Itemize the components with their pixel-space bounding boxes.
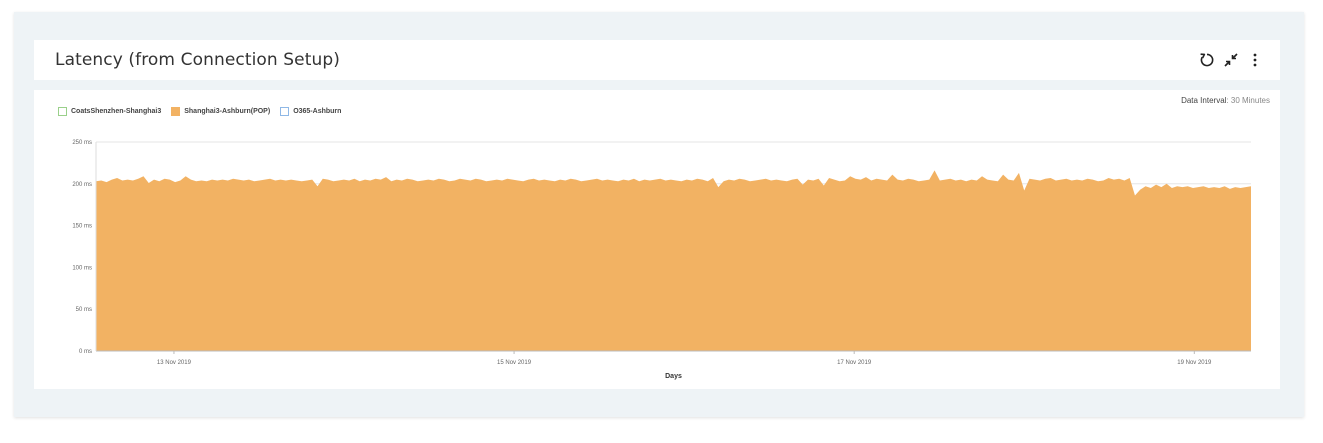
- latency-chart: 0 ms 50 ms 100 ms 150 ms 200 ms 250 ms 13 Nov …: [72, 140, 1251, 380]
- chart-card: CoatsShenzhen-Shanghai3 Shanghai3-Ashbur…: [34, 90, 1280, 389]
- y-tick-label: 50 ms: [76, 307, 92, 313]
- x-tick-label: 15 Nov 2019: [497, 360, 532, 366]
- y-tick-label: 150 ms: [72, 224, 92, 230]
- y-tick-label: 100 ms: [72, 265, 92, 271]
- more-vertical-icon[interactable]: [1246, 50, 1264, 70]
- x-axis-title: Days: [665, 373, 682, 380]
- panel-header: Latency (from Connection Setup): [34, 40, 1280, 80]
- x-tick-label: 13 Nov 2019: [157, 360, 192, 366]
- refresh-icon[interactable]: [1198, 50, 1216, 70]
- x-tick-label: 17 Nov 2019: [837, 360, 872, 366]
- collapse-icon[interactable]: [1222, 50, 1240, 70]
- y-tick-label: 0 ms: [79, 349, 92, 355]
- y-tick-label: 250 ms: [72, 140, 92, 146]
- y-tick-label: 200 ms: [72, 182, 92, 188]
- panel-title: Latency (from Connection Setup): [55, 50, 341, 70]
- panel-actions: [1198, 50, 1264, 70]
- series-area-shanghai3-ashburn: [96, 170, 1251, 351]
- x-tick-label: 19 Nov 2019: [1177, 360, 1212, 366]
